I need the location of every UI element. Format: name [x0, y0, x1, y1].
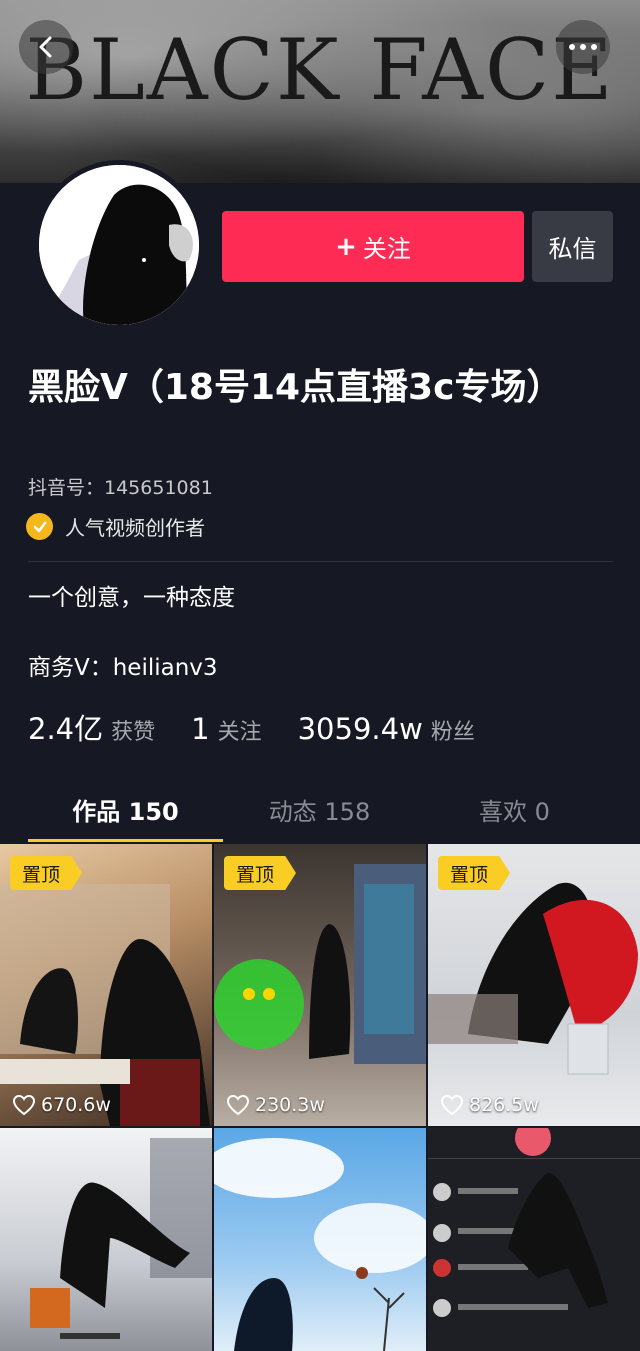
message-button-label: 私信 [548, 235, 597, 263]
stat-following-label: 关注 [217, 720, 262, 745]
message-button[interactable]: 私信 [532, 211, 613, 282]
divider [28, 561, 613, 562]
profile-nickname: 黑脸V（18号14点直播3c专场） [28, 367, 563, 408]
back-button[interactable] [19, 20, 73, 74]
stat-likes-value: 2.4亿 [28, 712, 104, 746]
plus-icon: + [335, 231, 357, 262]
avatar[interactable] [34, 160, 204, 330]
stat-likes[interactable]: 2.4亿 获赞 [28, 706, 155, 748]
active-tab-indicator [28, 839, 223, 842]
video-thumbnail-1[interactable]: 置顶 670.6w [0, 844, 212, 1126]
video-likes: 230.3w [226, 1094, 325, 1116]
creator-badge-label: 人气视频创作者 [65, 516, 205, 540]
more-dots-icon [569, 44, 597, 50]
heart-icon [226, 1094, 250, 1116]
video-thumbnail-4[interactable] [0, 1128, 212, 1351]
video-likes-count: 826.5w [469, 1094, 539, 1116]
heart-icon [12, 1094, 36, 1116]
stat-followers-label: 粉丝 [430, 720, 475, 745]
stat-followers-value: 3059.4w [297, 712, 423, 746]
tab-likes[interactable]: 喜欢 0 [417, 785, 612, 833]
follow-button-label: 关注 [362, 235, 411, 263]
stat-followers[interactable]: 3059.4w 粉丝 [298, 712, 475, 746]
avatar-image [39, 165, 199, 325]
pinned-badge: 置顶 [224, 856, 297, 890]
douyin-id: 抖音号：145651081 [28, 477, 213, 499]
profile-tabs: 作品 150 动态 158 喜欢 0 [0, 785, 640, 843]
pinned-badge: 置顶 [10, 856, 83, 890]
more-options-button[interactable] [556, 20, 610, 74]
profile-banner: BLACK FACE [0, 0, 640, 183]
tab-works[interactable]: 作品 150 [28, 785, 223, 833]
verified-check-icon [26, 513, 53, 540]
video-likes-count: 230.3w [255, 1094, 325, 1116]
video-likes: 670.6w [12, 1094, 111, 1116]
stat-following[interactable]: 1 关注 [191, 712, 261, 746]
profile-bio: 一个创意，一种态度 [28, 585, 235, 611]
heart-icon [440, 1094, 464, 1116]
video-thumbnail-6[interactable] [428, 1128, 640, 1351]
tab-moments[interactable]: 动态 158 [222, 785, 417, 833]
video-thumbnail-5[interactable] [214, 1128, 426, 1351]
follow-button[interactable]: + 关注 [222, 211, 524, 282]
pinned-badge: 置顶 [438, 856, 511, 890]
banner-title: BLACK FACE [25, 21, 615, 119]
stat-following-value: 1 [191, 712, 210, 746]
profile-stats: 2.4亿 获赞 1 关注 3059.4w 粉丝 [28, 706, 511, 748]
video-thumbnail-3[interactable]: 置顶 826.5w [428, 844, 640, 1126]
video-likes: 826.5w [440, 1094, 539, 1116]
back-arrow-icon [39, 36, 52, 58]
video-likes-count: 670.6w [41, 1094, 111, 1116]
creator-badge: 人气视频创作者 [26, 512, 205, 541]
stat-likes-label: 获赞 [111, 720, 156, 745]
video-thumbnail-2[interactable]: 置顶 230.3w [214, 844, 426, 1126]
business-contact: 商务V：heilianv3 [28, 655, 218, 681]
